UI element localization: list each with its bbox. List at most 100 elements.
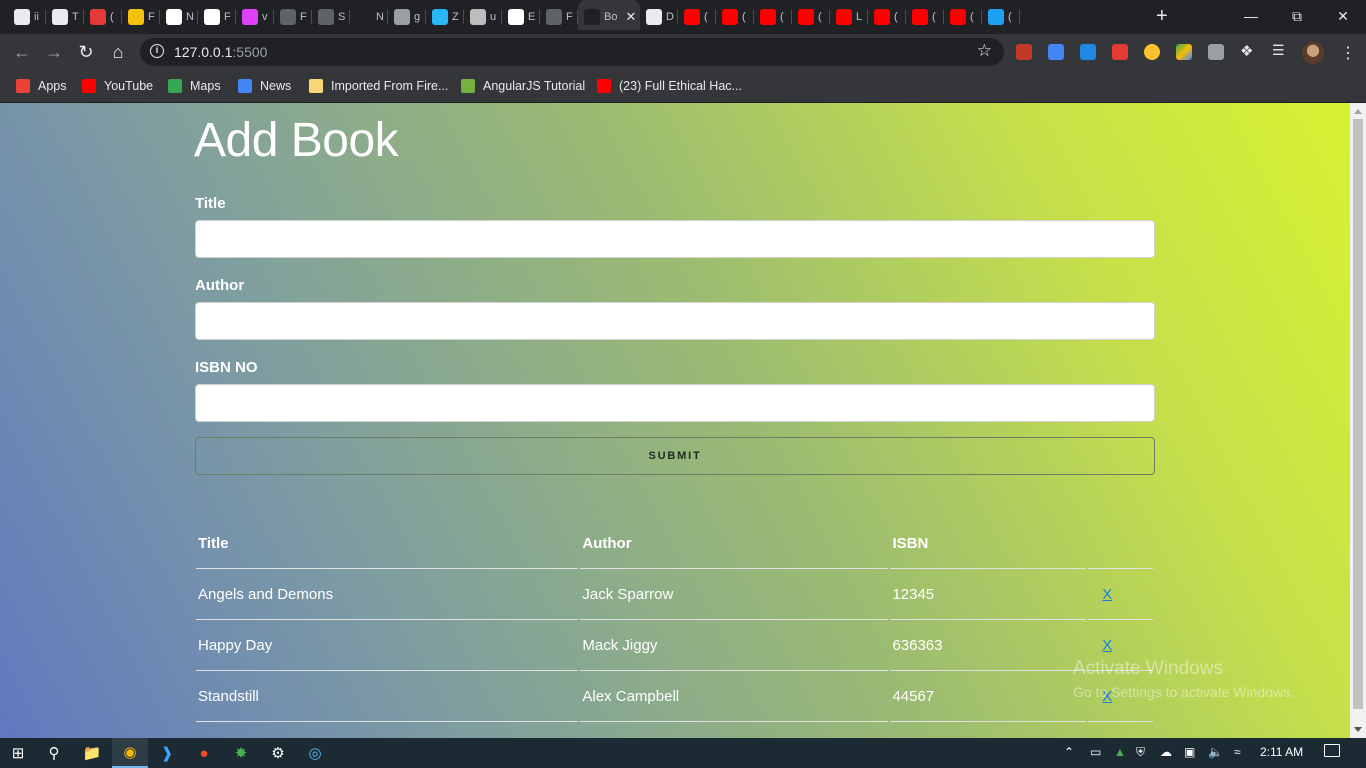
browser-tab[interactable]: S xyxy=(312,4,350,30)
browser-tab[interactable]: v xyxy=(236,4,274,30)
extension-gray-icon[interactable] xyxy=(1208,44,1224,60)
scroll-up-arrow-icon[interactable] xyxy=(1354,109,1362,114)
page-scrollbar[interactable] xyxy=(1350,103,1366,738)
browser-tab[interactable]: ( xyxy=(944,4,982,30)
url-text[interactable]: 127.0.0.1:5500 xyxy=(174,44,267,60)
bookmark-item[interactable]: (23) Full Ethical Hac... xyxy=(597,77,742,95)
browser-tab[interactable]: ( xyxy=(906,4,944,30)
browser-tab[interactable]: ( xyxy=(868,4,906,30)
extension-round-icon[interactable] xyxy=(1144,44,1160,60)
bookmark-item[interactable]: Imported From Fire... xyxy=(309,77,448,95)
close-window-button[interactable]: ✕ xyxy=(1320,0,1366,32)
tab-title: N xyxy=(376,11,384,23)
browser-tab[interactable]: ( xyxy=(754,4,792,30)
new-tab-button[interactable]: + xyxy=(1156,6,1168,26)
restore-button[interactable]: ⧉ xyxy=(1274,0,1320,32)
browser-tab[interactable]: u xyxy=(464,4,502,30)
home-icon[interactable]: ⌂ xyxy=(108,42,128,62)
site-info-icon[interactable]: i xyxy=(150,44,164,58)
browser-tab[interactable]: ( xyxy=(982,4,1020,30)
chrome-taskbar-icon[interactable]: ◉ xyxy=(112,738,148,768)
tab-title: ( xyxy=(970,11,974,23)
isbn-input[interactable] xyxy=(195,384,1155,422)
bookmark-item[interactable]: YouTube xyxy=(82,77,153,95)
tab-favicon-icon xyxy=(760,9,776,25)
minimize-button[interactable]: — xyxy=(1228,0,1274,32)
browser-tab[interactable]: ( xyxy=(84,4,122,30)
browser-tab[interactable]: ii xyxy=(8,4,46,30)
title-input[interactable] xyxy=(195,220,1155,258)
close-tab-icon[interactable]: ✕ xyxy=(625,9,636,25)
bookmark-item[interactable]: AngularJS Tutorial xyxy=(461,77,585,95)
browser-tab[interactable]: N xyxy=(160,4,198,30)
extension-pdf-icon[interactable] xyxy=(1112,44,1128,60)
cell-isbn: 636363 xyxy=(890,620,1087,671)
tray-volume-icon[interactable]: 🔈 xyxy=(1208,745,1223,759)
tab-favicon-icon xyxy=(356,9,372,25)
media-queue-icon[interactable]: ☰ xyxy=(1272,42,1288,58)
forward-icon[interactable]: → xyxy=(44,42,64,62)
browser-tab[interactable]: F xyxy=(540,4,578,30)
tray-cloud-icon[interactable]: ☁ xyxy=(1160,745,1172,759)
scroll-down-arrow-icon[interactable] xyxy=(1354,727,1362,732)
color-wheel-icon[interactable]: ✸ xyxy=(223,738,259,768)
browser-tab[interactable]: D xyxy=(640,4,678,30)
google-drive-icon[interactable] xyxy=(1176,44,1192,60)
browser-tab[interactable]: F xyxy=(122,4,160,30)
tray-chevron-icon[interactable]: ⌃ xyxy=(1064,745,1074,759)
tray-triangle-icon[interactable]: ▲ xyxy=(1114,745,1126,759)
settings-gear-icon[interactable]: ⚙ xyxy=(260,738,296,768)
tab-favicon-icon xyxy=(280,9,296,25)
back-icon[interactable]: ← xyxy=(12,42,32,62)
scroll-thumb[interactable] xyxy=(1353,119,1363,709)
delete-book-link[interactable]: X xyxy=(1090,586,1112,603)
submit-button[interactable]: SUBMIT xyxy=(195,437,1155,475)
extension-book-icon[interactable] xyxy=(1016,44,1032,60)
tray-battery-icon[interactable]: ▭ xyxy=(1090,745,1101,759)
browser-tab[interactable]: Z xyxy=(426,4,464,30)
bookmark-star-icon[interactable]: ☆ xyxy=(977,41,992,61)
tray-wifi-icon[interactable]: ≈ xyxy=(1234,745,1241,759)
tray-device-icon[interactable]: ▣ xyxy=(1184,745,1195,759)
browser-tab-active[interactable]: Bo ✕ xyxy=(578,0,640,30)
author-input[interactable] xyxy=(195,302,1155,340)
tab-favicon-icon xyxy=(546,9,562,25)
file-explorer-icon[interactable]: 📁 xyxy=(74,738,110,768)
browser-tab[interactable]: ( xyxy=(792,4,830,30)
browser-app-icon[interactable]: ◎ xyxy=(297,738,333,768)
extensions-puzzle-icon[interactable]: ❖ xyxy=(1240,42,1256,60)
delete-book-link[interactable]: X xyxy=(1090,637,1112,654)
figma-icon[interactable]: ● xyxy=(186,738,222,768)
profile-avatar[interactable] xyxy=(1302,42,1324,64)
browser-toolbar: ← → ↻ ⌂ i 127.0.0.1:5500 ☆ ❖ ☰ ⋮ xyxy=(0,34,1366,70)
tab-favicon-icon xyxy=(470,9,486,25)
bookmark-item[interactable]: News xyxy=(238,77,291,95)
search-icon[interactable]: ⚲ xyxy=(36,738,72,768)
bookmark-label: AngularJS Tutorial xyxy=(483,79,586,93)
browser-tab[interactable]: F xyxy=(274,4,312,30)
extension-translate-icon[interactable] xyxy=(1048,44,1064,60)
browser-tab[interactable]: N xyxy=(350,4,388,30)
taskbar-clock[interactable]: 2:11 AM xyxy=(1260,745,1303,759)
extension-blue-icon[interactable] xyxy=(1080,44,1096,60)
tab-favicon-icon xyxy=(684,9,700,25)
menu-kebab-icon[interactable]: ⋮ xyxy=(1340,43,1356,63)
browser-tab[interactable]: T xyxy=(46,4,84,30)
reload-icon[interactable]: ↻ xyxy=(76,42,96,62)
notifications-icon[interactable] xyxy=(1324,744,1340,757)
bookmark-item[interactable]: Maps xyxy=(168,77,221,95)
vscode-icon[interactable]: ❱ xyxy=(149,738,185,768)
bookmark-item[interactable]: Apps xyxy=(16,77,67,95)
browser-tab[interactable]: L xyxy=(830,4,868,30)
browser-tab[interactable]: g xyxy=(388,4,426,30)
activate-windows-watermark: Activate Windows Go to Settings to activ… xyxy=(1073,658,1294,700)
windows-start-icon[interactable]: ⊞ xyxy=(0,738,36,768)
tab-title: ( xyxy=(780,11,784,23)
cell-author: Jack Sparrow xyxy=(580,569,889,620)
address-bar[interactable]: i 127.0.0.1:5500 ☆ xyxy=(140,38,1004,66)
browser-tab[interactable]: ( xyxy=(716,4,754,30)
browser-tab[interactable]: E xyxy=(502,4,540,30)
tray-shield-icon[interactable]: ⛨ xyxy=(1136,745,1145,760)
browser-tab[interactable]: ( xyxy=(678,4,716,30)
browser-tab[interactable]: F xyxy=(198,4,236,30)
